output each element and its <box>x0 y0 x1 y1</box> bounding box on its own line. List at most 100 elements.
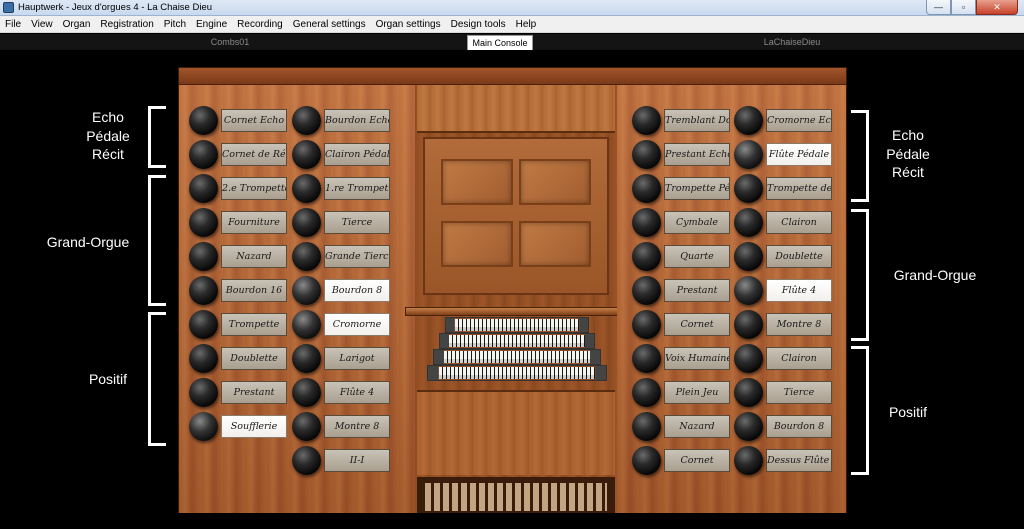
stop-2-e-trompette[interactable]: 2.e Trompette <box>189 174 291 203</box>
stop-knob[interactable] <box>189 412 218 441</box>
menu-design-tools[interactable]: Design tools <box>446 19 511 30</box>
stop-knob[interactable] <box>734 174 763 203</box>
stop-knob[interactable] <box>632 378 661 407</box>
stop-knob[interactable] <box>189 344 218 373</box>
stop-nazard[interactable]: Nazard <box>632 412 734 441</box>
stop-knob[interactable] <box>632 344 661 373</box>
stop-cornet-echo[interactable]: Cornet Echo <box>189 106 291 135</box>
stop-grande-tierce[interactable]: Grande Tierce <box>292 242 394 271</box>
stop-knob[interactable] <box>292 174 321 203</box>
stop-knob[interactable] <box>292 378 321 407</box>
stop-knob[interactable] <box>292 446 321 475</box>
menu-organ[interactable]: Organ <box>58 19 96 30</box>
stop-knob[interactable] <box>292 106 321 135</box>
stop-cornet[interactable]: Cornet <box>632 446 734 475</box>
stop-cornet-de-recit[interactable]: Cornet de Récit <box>189 140 291 169</box>
close-button[interactable]: ✕ <box>976 0 1018 15</box>
menu-help[interactable]: Help <box>511 19 542 30</box>
stop-flute-4[interactable]: Flûte 4 <box>734 276 836 305</box>
stop-knob[interactable] <box>734 378 763 407</box>
stop-knob[interactable] <box>189 106 218 135</box>
stop-cromorne[interactable]: Cromorne <box>292 310 394 339</box>
stop-knob[interactable] <box>189 310 218 339</box>
stop-knob[interactable] <box>189 174 218 203</box>
manual-keyboard[interactable] <box>439 333 595 349</box>
stop-knob[interactable] <box>292 310 321 339</box>
stop-doublette[interactable]: Doublette <box>734 242 836 271</box>
maximize-button[interactable]: ▫ <box>951 0 976 15</box>
menu-recording[interactable]: Recording <box>232 19 288 30</box>
stop-1-re-trompette[interactable]: 1.re Trompette <box>292 174 394 203</box>
menu-general-settings[interactable]: General settings <box>288 19 371 30</box>
minimize-button[interactable]: — <box>926 0 951 15</box>
stop-montre-8[interactable]: Montre 8 <box>292 412 394 441</box>
stop-bourdon-16[interactable]: Bourdon 16 <box>189 276 291 305</box>
menu-registration[interactable]: Registration <box>95 19 158 30</box>
stop-knob[interactable] <box>292 208 321 237</box>
stop-knob[interactable] <box>632 446 661 475</box>
stop-prestant-echo[interactable]: Prestant Echo <box>632 140 734 169</box>
stop-knob[interactable] <box>632 310 661 339</box>
tab-lachaisedieu[interactable]: LaChaiseDieu <box>712 35 872 50</box>
pedalboard[interactable] <box>417 477 615 513</box>
stop-larigot[interactable]: Larigot <box>292 344 394 373</box>
stop-fourniture[interactable]: Fourniture <box>189 208 291 237</box>
stop-clairon[interactable]: Clairon <box>734 208 836 237</box>
stop-knob[interactable] <box>632 208 661 237</box>
stop-knob[interactable] <box>189 208 218 237</box>
stop-knob[interactable] <box>292 140 321 169</box>
stop-prestant[interactable]: Prestant <box>632 276 734 305</box>
stop-knob[interactable] <box>734 446 763 475</box>
menu-organ-settings[interactable]: Organ settings <box>371 19 446 30</box>
stop-soufflerie[interactable]: Soufflerie <box>189 412 291 441</box>
stop-knob[interactable] <box>632 276 661 305</box>
stop-knob[interactable] <box>632 242 661 271</box>
stop-knob[interactable] <box>632 174 661 203</box>
stop-knob[interactable] <box>734 242 763 271</box>
stop-knob[interactable] <box>292 412 321 441</box>
stop-knob[interactable] <box>292 344 321 373</box>
tab-main-console[interactable]: Main Console <box>467 35 533 50</box>
manual-keyboard[interactable] <box>433 349 601 365</box>
stop-bourdon-8[interactable]: Bourdon 8 <box>292 276 394 305</box>
stop-cromorne-echo[interactable]: Cromorne Echo <box>734 106 836 135</box>
stop-tremblant-doux[interactable]: Tremblant Doux <box>632 106 734 135</box>
menu-view[interactable]: View <box>26 19 58 30</box>
stop-knob[interactable] <box>734 106 763 135</box>
menu-engine[interactable]: Engine <box>191 19 232 30</box>
stop-cornet[interactable]: Cornet <box>632 310 734 339</box>
stop-nazard[interactable]: Nazard <box>189 242 291 271</box>
stop-clairon[interactable]: Clairon <box>734 344 836 373</box>
manual-keyboard[interactable] <box>427 365 607 381</box>
stop-knob[interactable] <box>734 412 763 441</box>
stop-flute-pedale[interactable]: Flûte Pédale <box>734 140 836 169</box>
stop-trompette-de-recit[interactable]: Trompette de Récit <box>734 174 836 203</box>
stop-dessus-flute-8[interactable]: Dessus Flûte 8 <box>734 446 836 475</box>
stop-knob[interactable] <box>189 276 218 305</box>
stop-plein-jeu[interactable]: Plein Jeu <box>632 378 734 407</box>
stop-trompette-pedale[interactable]: Trompette Pédale <box>632 174 734 203</box>
menu-file[interactable]: File <box>0 19 26 30</box>
stop-knob[interactable] <box>632 412 661 441</box>
stop-knob[interactable] <box>292 242 321 271</box>
stop-knob[interactable] <box>632 106 661 135</box>
stop-flute-4[interactable]: Flûte 4 <box>292 378 394 407</box>
stop-bourdon-8[interactable]: Bourdon 8 <box>734 412 836 441</box>
stop-knob[interactable] <box>189 378 218 407</box>
stop-quarte[interactable]: Quarte <box>632 242 734 271</box>
stop-knob[interactable] <box>734 276 763 305</box>
stop-clairon-pedale[interactable]: Clairon Pédale <box>292 140 394 169</box>
stop-cymbale[interactable]: Cymbale <box>632 208 734 237</box>
stop-knob[interactable] <box>734 310 763 339</box>
stop-knob[interactable] <box>189 242 218 271</box>
stop-trompette[interactable]: Trompette <box>189 310 291 339</box>
stop-knob[interactable] <box>734 140 763 169</box>
stop-tierce[interactable]: Tierce <box>734 378 836 407</box>
stop-knob[interactable] <box>292 276 321 305</box>
stop-ii-i[interactable]: II-I <box>292 446 394 475</box>
stop-tierce[interactable]: Tierce <box>292 208 394 237</box>
tab-combs01[interactable]: Combs01 <box>150 35 310 50</box>
manual-keyboard[interactable] <box>445 317 589 333</box>
stop-knob[interactable] <box>734 344 763 373</box>
stop-montre-8[interactable]: Montre 8 <box>734 310 836 339</box>
